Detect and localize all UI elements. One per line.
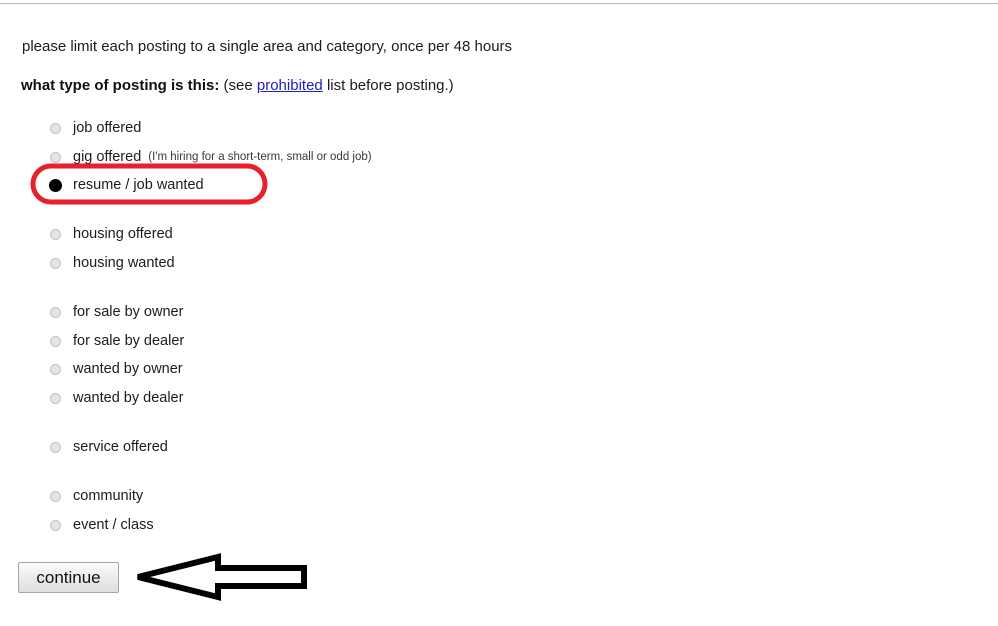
radio-community[interactable] [50,490,61,502]
radio-service-offered[interactable] [50,441,61,453]
page-title-question: what type of posting is this: [21,77,220,94]
option-row-housing-offered[interactable]: housing offered [50,223,173,245]
option-label-resume-job-wanted: resume / job wanted [73,177,204,193]
page-title-paren-close: list before posting.) [326,77,454,94]
left-arrow-annotation [137,553,307,601]
posting-limit-notice: please limit each posting to a single ar… [22,38,513,55]
radio-housing-offered[interactable] [50,228,61,240]
radio-housing-wanted[interactable] [50,257,61,269]
option-row-for-sale-by-dealer[interactable]: for sale by dealer [50,330,184,352]
option-label-housing-offered: housing offered [73,226,173,242]
option-row-wanted-by-owner[interactable]: wanted by owner [50,358,183,380]
option-row-housing-wanted[interactable]: housing wanted [50,252,175,274]
option-label-housing-wanted: housing wanted [73,255,175,271]
option-label-wanted-by-owner: wanted by owner [73,361,183,377]
radio-wanted-by-dealer[interactable] [50,392,61,404]
posting-type-page: please limit each posting to a single ar… [0,0,998,626]
option-label-job-offered: job offered [73,120,142,136]
option-row-service-offered[interactable]: service offered [50,436,168,458]
option-label-wanted-by-dealer: wanted by dealer [73,390,184,406]
option-label-gig-offered: gig offered [73,149,142,165]
page-title-paren-open: (see [223,77,253,94]
radio-job-offered[interactable] [50,122,61,134]
option-row-for-sale-by-owner[interactable]: for sale by owner [50,301,183,323]
option-row-gig-offered[interactable]: gig offered (I'm hiring for a short-term,… [50,146,372,168]
radio-gig-offered[interactable] [50,151,61,163]
option-row-community[interactable]: community [50,485,143,507]
option-row-event-class[interactable]: event / class [50,514,154,536]
option-note-gig-offered: (I'm hiring for a short-term, small or o… [148,151,372,163]
option-row-wanted-by-dealer[interactable]: wanted by dealer [50,387,183,409]
option-row-job-offered[interactable]: job offered [50,117,141,139]
top-divider [0,3,998,4]
option-label-service-offered: service offered [73,439,168,455]
radio-for-sale-by-owner[interactable] [50,306,61,318]
option-label-community: community [73,488,144,504]
continue-button[interactable]: continue [18,562,119,593]
radio-event-class[interactable] [50,519,61,531]
prohibited-link[interactable]: prohibited [257,77,323,94]
option-row-resume-job-wanted[interactable]: resume / job wanted [49,174,204,196]
radio-for-sale-by-dealer[interactable] [50,335,61,347]
option-label-event-class: event / class [73,517,154,533]
option-label-for-sale-by-owner: for sale by owner [73,304,184,320]
page-title: what type of posting is this: (see prohi… [21,76,454,96]
option-label-for-sale-by-dealer: for sale by dealer [73,333,185,349]
radio-wanted-by-owner[interactable] [50,363,61,375]
radio-resume-job-wanted-selected[interactable] [49,178,62,192]
